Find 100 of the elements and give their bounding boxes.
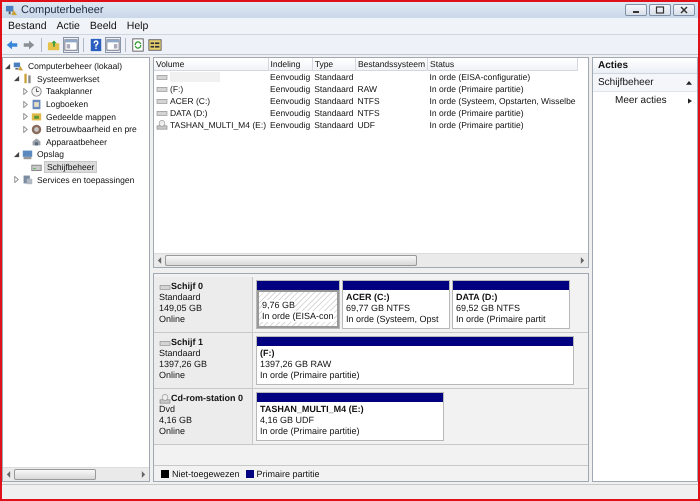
table-cell-text: Standaard <box>313 83 354 95</box>
column-header[interactable]: Indeling <box>268 58 312 70</box>
tree-item[interactable]: Betrouwbaarheid en pre <box>44 124 139 134</box>
table-cell: RAW <box>357 84 377 94</box>
table-cell: DATA (D:) <box>170 108 208 118</box>
disk-name: Schijf 0 <box>171 281 204 292</box>
actions-header: Acties <box>593 58 697 74</box>
partition-size: 1397,26 GB RAW <box>260 359 332 370</box>
maximize-icon <box>655 6 665 14</box>
collapsed-arrow-icon[interactable] <box>22 126 29 133</box>
tools-icon <box>22 73 33 84</box>
partition-name: DATA (D:) <box>456 292 498 303</box>
table-cell-text: Eenvoudig <box>269 107 312 119</box>
properties-icon[interactable] <box>148 38 162 52</box>
column-header[interactable]: Type <box>312 58 356 70</box>
tree-item[interactable]: Apparaatbeheer <box>44 136 109 147</box>
table-cell-text: Standaard <box>313 119 354 131</box>
horizontal-scrollbar[interactable] <box>3 467 149 481</box>
tree-item[interactable]: Computerbeheer (lokaal) <box>26 61 124 72</box>
column-header[interactable]: Status <box>428 58 578 70</box>
partition-block[interactable]: (F:) 1397,26 GB RAW In orde (Primaire partitie) <box>256 336 574 385</box>
collapsed-arrow-icon[interactable] <box>13 176 20 184</box>
partition-block[interactable]: ACER (C:) 69,77 GB NTFS In orde (Systeem, Opst <box>342 280 450 329</box>
menu-item[interactable]: Actie <box>52 20 84 32</box>
column-header[interactable]: Bestandssysteem <box>355 58 428 70</box>
table-cell: NTFS <box>357 96 380 106</box>
action-link[interactable]: Meer acties <box>615 95 667 106</box>
disk-state: Online <box>159 370 186 381</box>
expanded-arrow-icon[interactable] <box>13 75 20 82</box>
tree-item[interactable]: Systeemwerkset <box>35 74 102 84</box>
partition-status: In orde (Systeem, Opst <box>346 314 440 325</box>
table-cell: UDF <box>357 120 375 130</box>
tree-item[interactable]: Services en toepassingen <box>35 174 136 185</box>
storage-icon <box>22 148 33 160</box>
help-icon[interactable] <box>89 38 103 52</box>
submenu-arrow-icon[interactable] <box>688 98 692 104</box>
partition-size: 4,16 GB UDF <box>260 415 316 426</box>
tree-item[interactable]: Taakplanner <box>44 86 94 96</box>
partition-status: In orde (Primaire partit <box>456 314 547 325</box>
cd-drive-icon <box>156 120 168 130</box>
menu-item[interactable]: Bestand <box>4 20 51 32</box>
table-cell-text: Standaard <box>313 95 354 107</box>
expanded-arrow-icon[interactable] <box>13 150 20 158</box>
scroll-right-icon[interactable] <box>141 471 146 478</box>
horizontal-scrollbar[interactable] <box>154 253 588 267</box>
drive-icon <box>156 108 168 118</box>
partition-size: 69,52 GB NTFS <box>456 303 522 314</box>
console-tree-icon[interactable] <box>64 38 78 52</box>
partition-size: 69,77 GB NTFS <box>346 303 412 314</box>
close-button[interactable] <box>673 4 695 16</box>
table-cell-text: Eenvoudig <box>269 83 312 95</box>
table-cell-text: Eenvoudig <box>269 95 312 107</box>
disk-name: Schijf 1 <box>171 337 204 348</box>
scroll-right-icon[interactable] <box>580 257 585 264</box>
scroll-left-icon[interactable] <box>157 257 162 264</box>
table-cell: ACER (C:) <box>170 96 210 106</box>
tree-item[interactable]: Opslag <box>35 149 66 160</box>
collapsed-arrow-icon[interactable] <box>22 100 29 108</box>
menu-item[interactable]: Help <box>122 20 152 32</box>
device-icon <box>31 136 42 148</box>
partition-block[interactable]: DATA (D:) 69,52 GB NTFS In orde (Primaire partit <box>452 280 570 329</box>
minimize-button[interactable] <box>625 4 647 16</box>
disk-name: Cd-rom-station 0 <box>171 393 243 404</box>
computer-management-icon <box>5 4 18 16</box>
partition-block[interactable]: TASHAN_MULTI_M4 (E:) 4,16 GB UDF In orde (Primaire partitie) <box>256 392 444 441</box>
menu-item[interactable]: Beeld <box>86 20 121 32</box>
expanded-arrow-icon[interactable] <box>4 62 11 70</box>
services-icon <box>22 174 33 186</box>
column-header[interactable]: Volume <box>154 58 268 70</box>
action-pane-icon[interactable] <box>106 38 120 52</box>
drive-icon <box>156 72 168 82</box>
maximize-button[interactable] <box>649 4 671 16</box>
tree-item[interactable]: Gedeelde mappen <box>44 112 118 122</box>
tree-item[interactable]: Logboeken <box>44 99 90 110</box>
close-icon <box>679 6 689 14</box>
collapse-caret-icon[interactable] <box>686 80 692 85</box>
disk-size: 1397,26 GB <box>159 359 208 370</box>
disk-type: Dvd <box>159 404 176 415</box>
legend-label: Niet-toegewezen <box>172 468 240 478</box>
table-cell-text: In orde (Primaire partitie) <box>428 107 525 119</box>
log-icon <box>31 98 42 110</box>
partition-status: In orde (Primaire partitie) <box>260 426 361 437</box>
drive-icon <box>156 84 168 94</box>
partition-block[interactable]: 9,76 GB In orde (EISA-con <box>256 280 340 329</box>
folder-icon <box>31 111 42 122</box>
window-title: Computerbeheer <box>21 4 104 16</box>
collapsed-arrow-icon[interactable] <box>22 113 29 120</box>
partition-size: 9,76 GB <box>262 300 296 311</box>
disk-state: Online <box>159 426 186 437</box>
collapsed-arrow-icon[interactable] <box>22 88 29 95</box>
tree-item[interactable]: Schijfbeheer <box>44 161 98 174</box>
partition-name: (F:) <box>260 348 276 359</box>
partition-status: In orde (EISA-con <box>262 311 334 322</box>
cd-drive-icon <box>159 394 171 404</box>
partition-status: In orde (Primaire partitie) <box>260 370 361 381</box>
refresh-icon[interactable] <box>131 38 145 52</box>
partition-name: ACER (C:) <box>346 292 390 303</box>
disk-type: Standaard <box>159 292 202 303</box>
blurred-volume-name <box>170 72 220 82</box>
scroll-left-icon[interactable] <box>6 471 11 478</box>
